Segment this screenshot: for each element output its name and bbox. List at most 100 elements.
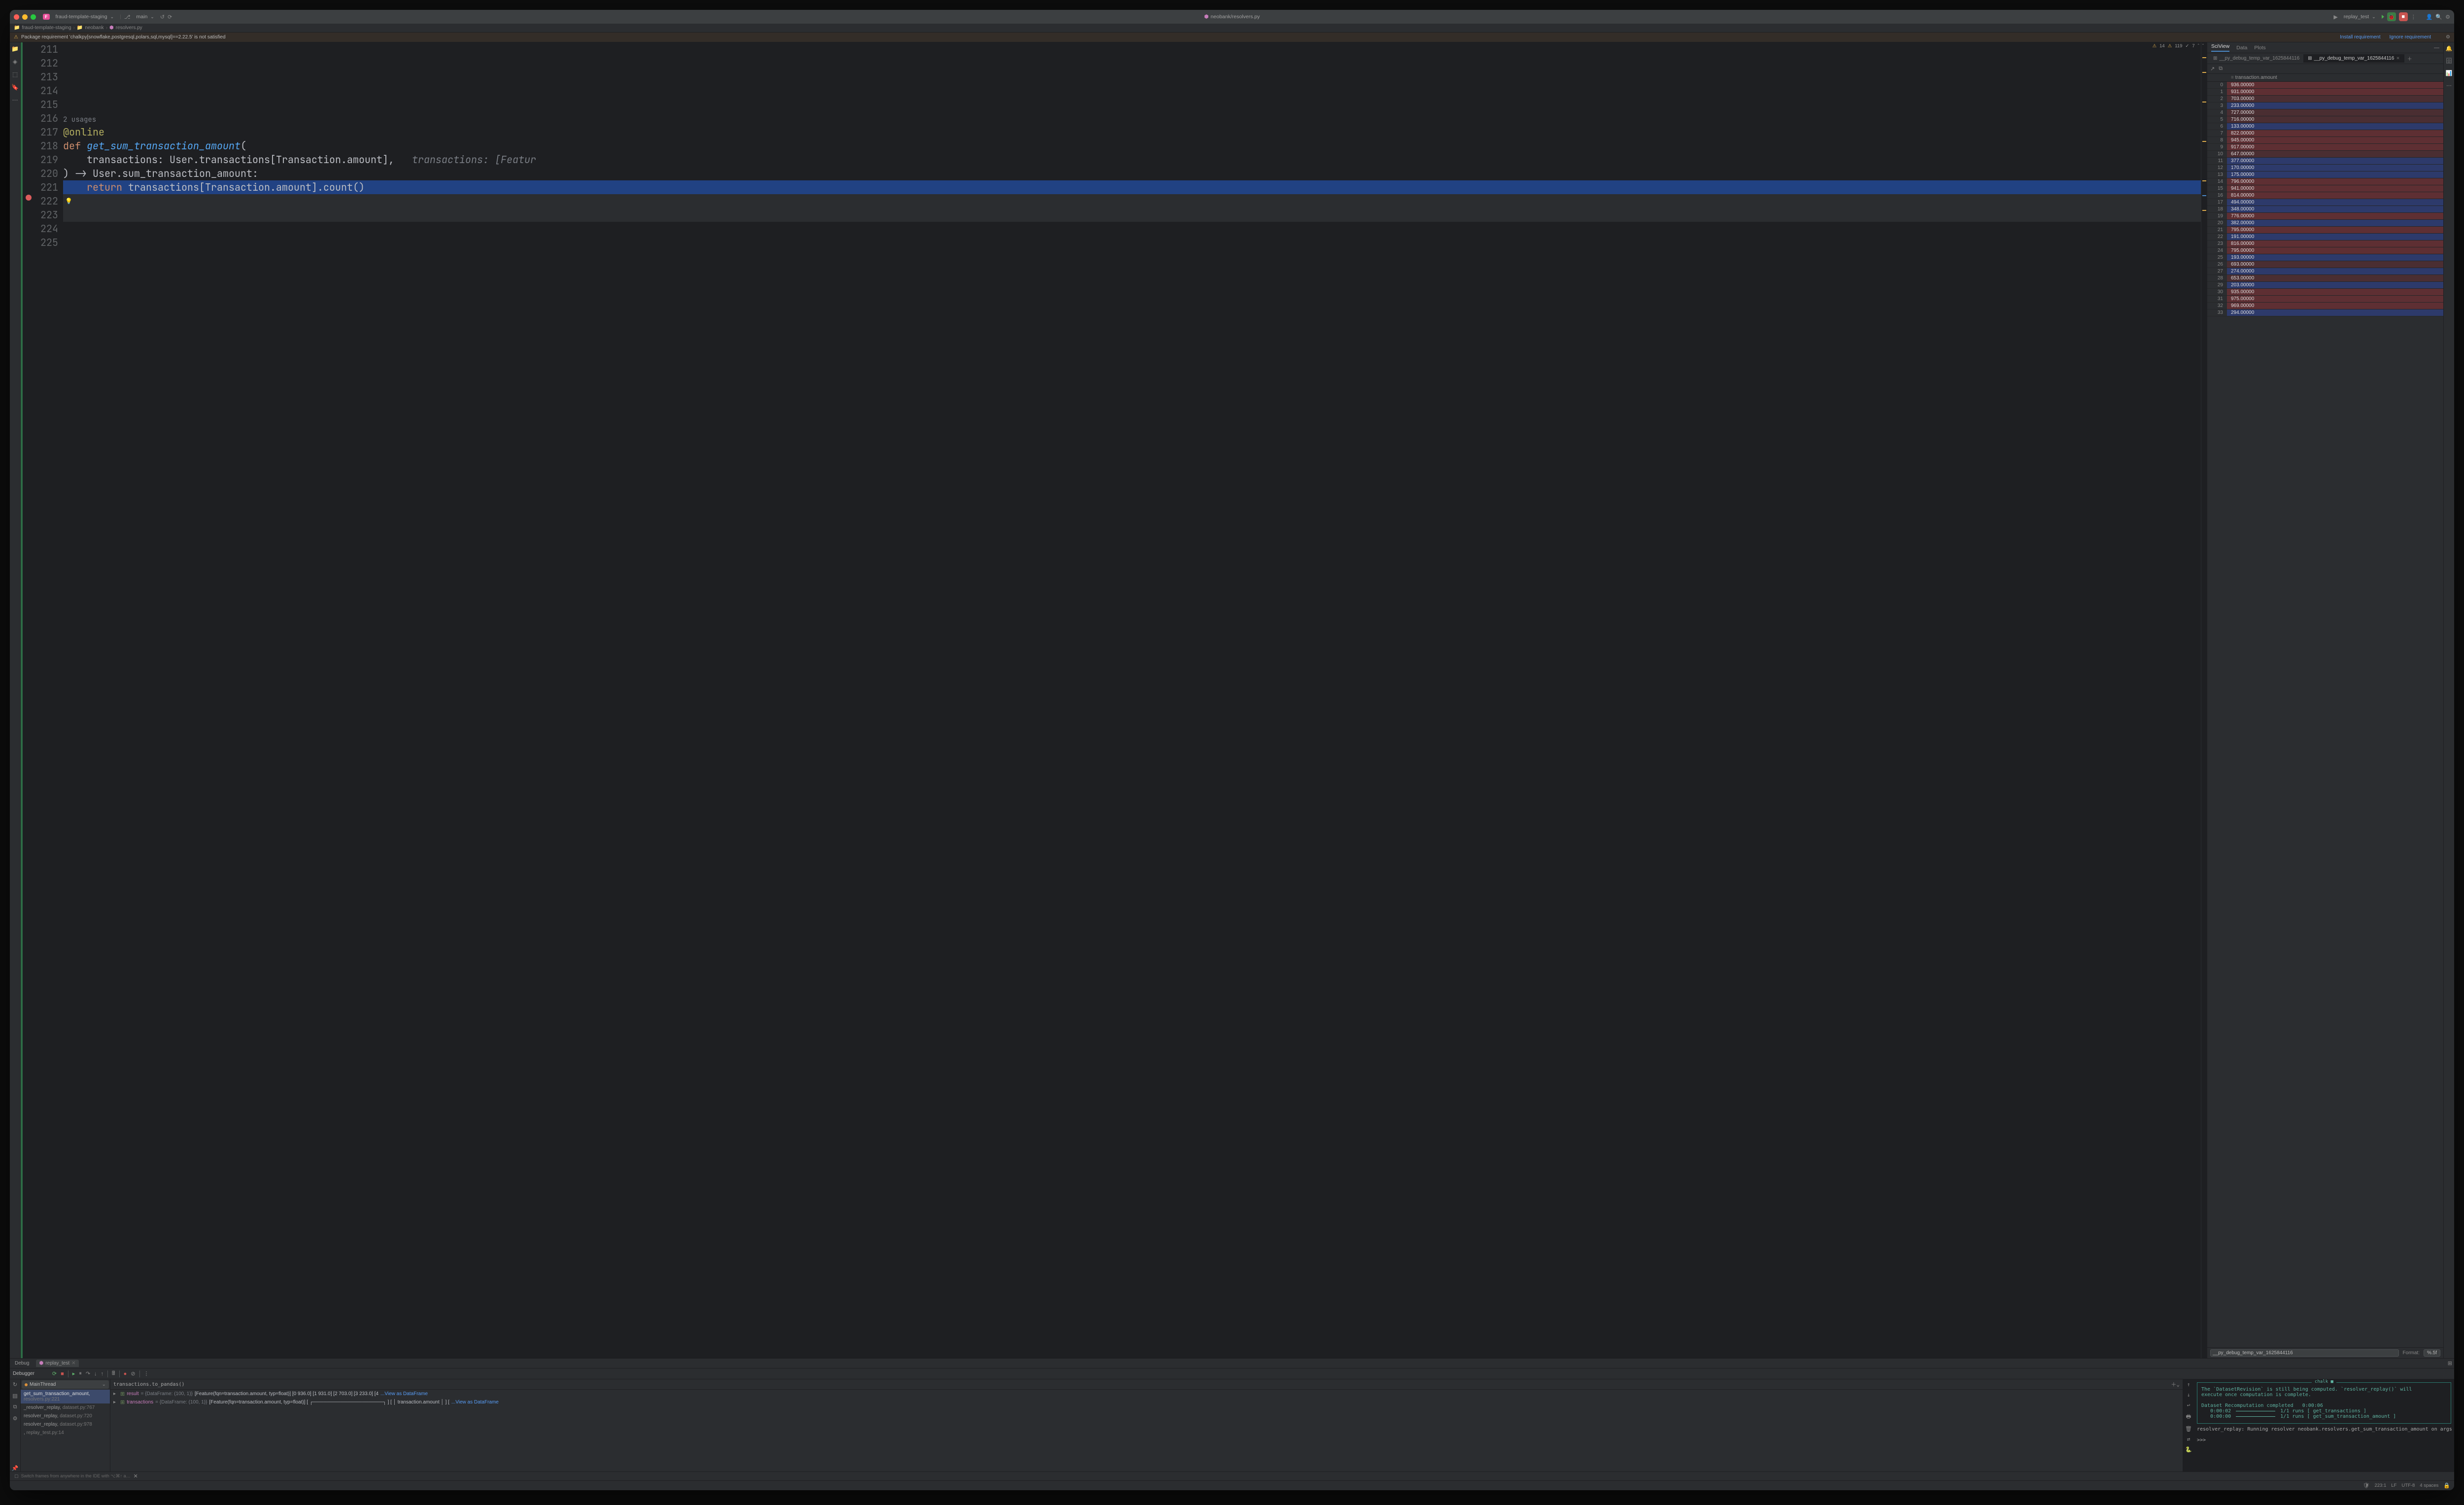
table-row[interactable]: 22191.00000 [2207,234,2443,240]
console-icon[interactable]: ▤ [12,1393,17,1399]
branch-selector[interactable]: main [134,13,157,21]
table-row[interactable]: 33294.00000 [2207,309,2443,316]
more-icon[interactable]: ⋯ [2446,82,2452,89]
table-row[interactable]: 6133.00000 [2207,123,2443,130]
table-row[interactable]: 28653.00000 [2207,275,2443,282]
debug-console[interactable]: ↑ ↓ ↩ 🖶 🗑 ⇄ 🐍 chalk ■ The `DatasetRevisi… [2183,1379,2454,1471]
layout-icon[interactable]: ⊞ [2448,1360,2452,1367]
sciview-icon[interactable]: 📊 [2446,70,2453,76]
close-icon[interactable]: ✕ [134,1473,138,1479]
table-row[interactable]: 26693.00000 [2207,261,2443,268]
print-icon[interactable]: 🖶 [2186,1412,2191,1422]
breadcrumb-part[interactable]: fraud-template-staging [22,25,71,31]
table-row[interactable]: 24795.00000 [2207,247,2443,254]
gear-icon[interactable]: ⚙ [2446,34,2450,40]
close-icon[interactable]: ✕ [2396,56,2400,61]
error-stripe[interactable] [2201,42,2207,1358]
settings-icon[interactable]: ⚙ [2445,14,2450,20]
table-row[interactable]: 3233.00000 [2207,103,2443,109]
step-over-icon[interactable]: ↷ [86,1370,90,1377]
table-row[interactable]: 2703.00000 [2207,96,2443,103]
format-value[interactable]: %.5f [2424,1349,2440,1357]
table-row[interactable]: 19776.00000 [2207,213,2443,220]
bookmarks-tool-icon[interactable]: 🔖 [11,84,19,91]
table-row[interactable]: 8945.00000 [2207,137,2443,144]
variable-row[interactable]: ▸⊞ result = {DataFrame: (100, 1)} [Featu… [110,1390,2183,1398]
lock-icon[interactable]: 🔒 [2443,1482,2450,1489]
project-tool-icon[interactable]: 📁 [11,45,19,52]
add-watch-icon[interactable]: ＋ [2171,1380,2176,1388]
step-out-icon[interactable]: ↑ [101,1371,104,1377]
structure-tool-icon[interactable]: ⬚ [12,71,18,78]
table-row[interactable]: 31975.00000 [2207,296,2443,303]
pin-icon[interactable]: 📌 [12,1465,19,1471]
table-row[interactable]: 14796.00000 [2207,178,2443,185]
breakpoint-marker[interactable] [26,195,32,201]
hide-panel-icon[interactable]: — [2434,45,2439,51]
more-run-icon[interactable]: ⋮ [2411,14,2416,20]
view-breakpoints-icon[interactable]: ● [124,1371,127,1377]
intention-bulb-icon[interactable]: 💡 [65,194,72,208]
soft-wrap-icon[interactable]: ↩ [2187,1402,2190,1408]
open-external-icon[interactable]: ↗ [2210,66,2215,72]
tab-sciview[interactable]: SciView [2211,43,2229,52]
stack-frame[interactable]: get_sum_transaction_amount, resolvers.py… [21,1390,110,1403]
database-icon[interactable]: 🗄 [2446,58,2453,64]
usages-hint[interactable]: 2 usages [63,115,96,124]
table-row[interactable]: 25193.00000 [2207,254,2443,261]
debug-session-tab[interactable]: ⬢ replay_test ✕ [36,1360,78,1367]
table-row[interactable]: 4727.00000 [2207,109,2443,116]
table-row[interactable]: 0936.00000 [2207,82,2443,89]
table-row[interactable]: 20382.00000 [2207,220,2443,227]
clear-icon[interactable]: 🗑 [2185,1426,2192,1432]
stop-button[interactable]: ■ [2399,12,2408,21]
user-icon[interactable]: 👤 [2426,14,2433,20]
history-icon[interactable]: ⌄ [2176,1381,2180,1388]
stack-frame[interactable]: resolver_replay, dataset.py:978 [21,1420,110,1429]
sync-icon[interactable]: ⟳ [168,14,172,20]
stack-frame[interactable]: , replay_test.py:14 [21,1429,110,1437]
table-row[interactable]: 11377.00000 [2207,158,2443,165]
thread-selector[interactable]: MainThread ⌄ [22,1380,109,1389]
table-row[interactable]: 16814.00000 [2207,192,2443,199]
data-tab[interactable]: ⊞__py_debug_temp_var_1625844116✕ [2304,54,2404,63]
variable-row[interactable]: ▸⊞ transactions = {DataFrame: (100, 1)} … [110,1398,2183,1406]
caret-position[interactable]: 223:1 [2374,1483,2386,1488]
breadcrumb-part[interactable]: resolvers.py [116,25,142,31]
resume-program-icon[interactable]: ▸ [72,1370,75,1377]
history-icon[interactable]: ↺ [160,14,165,20]
inspection-widget[interactable]: ⚠14 ⚠119 ✓7 ˆ ˇ [2153,43,2204,49]
table-row[interactable]: 29203.00000 [2207,282,2443,289]
table-row[interactable]: 18348.00000 [2207,206,2443,213]
commit-tool-icon[interactable]: ◈ [13,58,17,65]
resume-icon[interactable]: ⟳ [52,1370,57,1377]
maximize-window-button[interactable] [31,14,36,20]
breadcrumb-part[interactable]: neobank [85,25,103,31]
stack-frame[interactable]: resolver_replay, dataset.py:720 [21,1412,110,1420]
search-icon[interactable]: 🔍 [2435,14,2442,20]
code-editor[interactable]: ⚠14 ⚠119 ✓7 ˆ ˇ 211212213214215216217218… [21,42,2207,1358]
evaluate-icon[interactable]: 🖩 [112,1369,115,1378]
python-console-icon[interactable]: 🐍 [2185,1446,2192,1453]
table-row[interactable]: 13175.00000 [2207,171,2443,178]
line-number-gutter[interactable]: 2112122132142152162172182192202212222232… [36,42,63,1358]
dataframe-name-input[interactable] [2210,1349,2399,1357]
run-button[interactable] [2382,15,2384,19]
more-icon[interactable]: ⋮ [144,1370,149,1377]
evaluate-expression-input[interactable]: ＋ ⌄ [110,1379,2183,1390]
indent[interactable]: 4 spaces [2420,1483,2438,1488]
stop-icon[interactable]: ■ [61,1371,64,1377]
table-row[interactable]: 7822.00000 [2207,130,2443,137]
notifications-icon[interactable]: 🔔 [2446,45,2453,52]
stack-frame[interactable]: _resolver_replay, dataset.py:767 [21,1403,110,1412]
copy-icon[interactable]: ⧉ [2219,66,2223,72]
table-row[interactable]: 17494.00000 [2207,199,2443,206]
dataframe-table[interactable]: transaction.amount 0936.000001931.000002… [2207,74,2443,1347]
tab-data[interactable]: Data [2236,45,2247,51]
toggle-icon[interactable]: ⇄ [2187,1436,2190,1442]
table-row[interactable]: 1931.00000 [2207,89,2443,96]
table-row[interactable]: 32969.00000 [2207,303,2443,309]
scroll-down-icon[interactable]: ↓ [2187,1392,2190,1398]
tab-plots[interactable]: Plots [2254,45,2265,51]
close-window-button[interactable] [14,14,19,20]
